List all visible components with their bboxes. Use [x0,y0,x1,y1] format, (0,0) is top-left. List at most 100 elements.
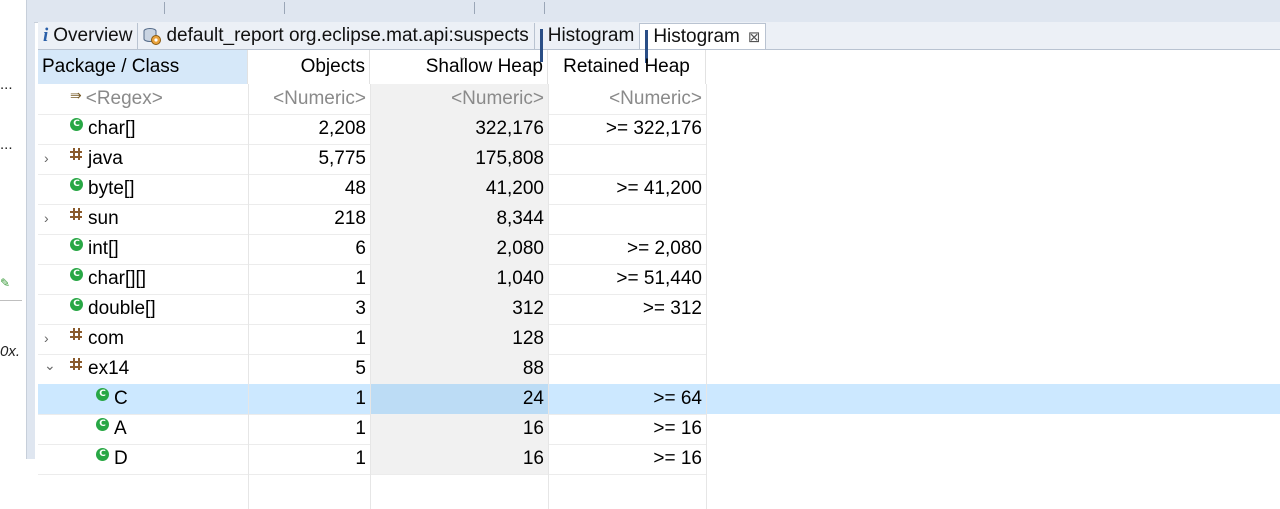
filter-objects-input[interactable]: <Numeric> [248,84,370,114]
objects-value: 1 [355,268,366,289]
class-name: C [114,388,128,409]
filter-shallow-input[interactable]: <Numeric> [370,84,548,114]
package-icon [70,208,82,220]
filter-class-text: <Regex> [85,88,163,109]
retained-heap-value [548,144,706,174]
class-name: int[] [88,238,119,259]
class-icon: C [96,417,109,431]
close-tab-icon[interactable]: ⊠ [748,28,761,46]
table-row[interactable]: › com 1 128 [38,324,1280,354]
info-icon: i [43,25,49,46]
expand-chevron-icon[interactable]: › [44,210,49,226]
table-row[interactable]: Cchar[][] 1 1,040 >= 51,440 [38,264,1280,294]
class-icon: C [70,177,83,191]
objects-value: 6 [355,238,366,259]
objects-value: 3 [355,298,366,319]
table-row[interactable]: Cchar[] 2,208 322,176 >= 322,176 [38,114,1280,144]
class-name-cell[interactable]: CA [38,414,248,444]
retained-heap-value [548,324,706,354]
report-icon [143,27,162,45]
retained-heap-value: >= 41,200 [616,178,702,199]
histogram-icon [645,29,649,63]
class-name-cell[interactable]: Cbyte[] [38,174,248,204]
table-row[interactable]: Cdouble[] 3 312 >= 312 [38,294,1280,324]
class-name-cell[interactable]: ⌄ ex14 [38,354,248,384]
class-name-cell[interactable]: Cint[] [38,234,248,264]
table-row[interactable]: › sun 218 8,344 [38,204,1280,234]
left-panel-divider [0,300,22,301]
tab-label: default_report org.eclipse.mat.api:suspe… [166,25,529,46]
tab-histogram-2[interactable]: Histogram ⊠ [640,23,767,63]
row-divider [38,474,706,475]
class-icon: C [70,117,83,131]
tab-label: Histogram [547,25,635,46]
shallow-heap-value: 88 [370,354,548,384]
shallow-heap-value: 24 [370,384,548,414]
retained-heap-value: >= 312 [642,298,702,319]
regex-filter-icon: ⇛ [70,86,82,103]
editor-toolbar [34,0,1280,23]
histogram-icon [539,29,543,62]
column-header-retained-heap[interactable]: Retained Heap [548,50,706,84]
class-name-cell[interactable]: Cchar[] [38,114,248,144]
objects-value: 218 [334,208,366,229]
table-row[interactable]: C A 1 16 >= 16 [38,414,1280,444]
column-header-shallow-heap[interactable]: Shallow Heap ⌄ [370,50,548,84]
column-header-class[interactable]: Package / Class [38,50,248,84]
shallow-heap-value: 41,200 [370,174,548,204]
expand-chevron-icon[interactable]: › [44,150,49,166]
expand-chevron-icon[interactable]: › [44,330,49,346]
retained-heap-value: >= 16 [653,448,702,469]
left-panel-marker-icon: ✎ [0,276,11,290]
objects-value: 1 [355,328,366,349]
class-name-cell[interactable]: Cdouble[] [38,294,248,324]
column-header-shallow-label: Shallow Heap [425,56,543,77]
tab-overview[interactable]: i Overview [38,23,139,49]
package-icon [70,148,82,160]
retained-heap-value: >= 322,176 [605,118,702,139]
editor-tab-bar: i Overview default_report org.eclipse.ma… [38,22,1280,63]
tab-histogram-1[interactable]: Histogram [535,23,641,62]
class-name-cell[interactable]: › com [38,324,248,354]
left-panel-text-3: 0x. [0,343,21,360]
class-name-cell[interactable]: CD [38,444,248,474]
retained-heap-value: >= 51,440 [616,268,702,289]
shallow-heap-value: 322,176 [370,114,548,144]
objects-value: 1 [355,388,366,409]
column-header-objects[interactable]: Objects [248,50,370,84]
panel-sash[interactable] [26,0,35,459]
table-row[interactable]: ⌄ ex14 5 88 [38,354,1280,384]
table-row[interactable]: › java 5,775 175,808 [38,144,1280,174]
left-panel-text-2: ... [0,136,13,153]
retained-heap-value: >= 2,080 [626,238,702,259]
shallow-heap-value: 2,080 [370,234,548,264]
filter-class-input[interactable]: ⇛ <Regex> [38,84,248,114]
retained-heap-value [548,204,706,234]
shallow-heap-value: 312 [370,294,548,324]
class-name-cell[interactable]: CC [38,384,248,414]
class-name: char[] [88,118,136,139]
left-panel-fragment: ... ... ✎ 0x. [0,0,26,459]
shallow-heap-value: 16 [370,414,548,444]
class-name-cell[interactable]: › java [38,144,248,174]
class-icon: C [70,297,83,311]
sort-descending-icon: ⌄ [458,51,468,63]
tab-label: Histogram [653,25,740,47]
shallow-heap-value: 175,808 [370,144,548,174]
collapse-chevron-icon[interactable]: ⌄ [44,357,56,374]
table-row[interactable]: Cbyte[] 48 41,200 >= 41,200 [38,174,1280,204]
class-name: ex14 [88,358,130,379]
package-icon [70,358,82,370]
tab-default-report[interactable]: default_report org.eclipse.mat.api:suspe… [138,23,535,49]
filter-retained-input[interactable]: <Numeric> [548,84,706,114]
class-name-cell[interactable]: Cchar[][] [38,264,248,294]
class-name: byte[] [88,178,135,199]
tab-label: Overview [53,25,133,46]
class-name-cell[interactable]: › sun [38,204,248,234]
table-row[interactable]: C C 1 24 >= 64 [38,384,1280,414]
table-row[interactable]: C D 1 16 >= 16 [38,444,1280,474]
shallow-heap-value: 1,040 [370,264,548,294]
class-icon: C [96,387,109,401]
class-name: double[] [88,298,156,319]
table-row[interactable]: Cint[] 6 2,080 >= 2,080 [38,234,1280,264]
